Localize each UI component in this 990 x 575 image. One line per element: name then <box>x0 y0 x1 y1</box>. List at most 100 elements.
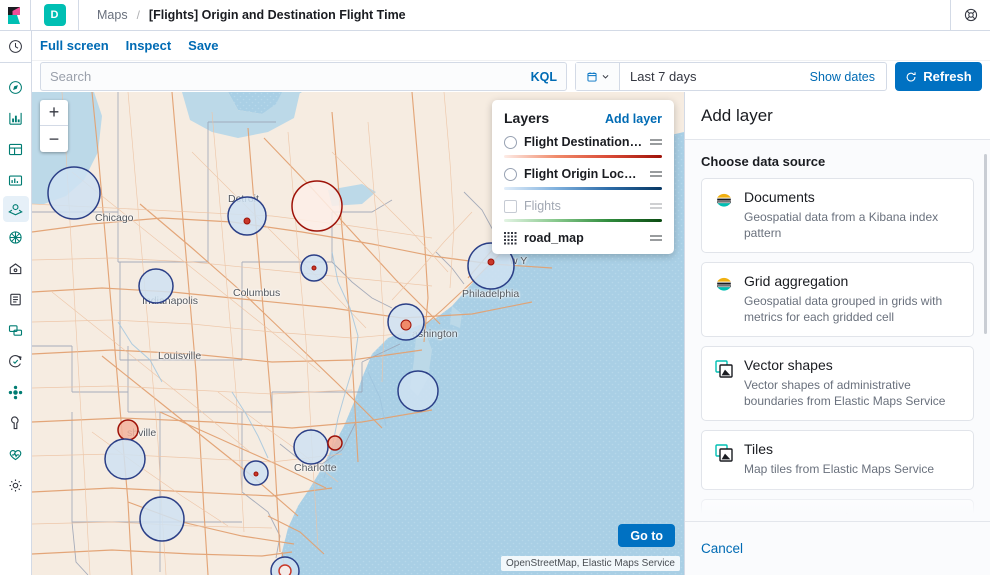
map-marker-destination-small[interactable] <box>400 319 412 331</box>
query-bar: KQL Last 7 days Show dates Refresh <box>32 61 990 92</box>
drag-handle-icon[interactable] <box>650 134 662 150</box>
zoom-out-button[interactable]: − <box>40 126 68 152</box>
data-source-vector-shapes[interactable]: Vector shapes Vector shapes of administr… <box>701 346 974 422</box>
emsboundaries-icon <box>714 441 734 477</box>
data-source-name: Vector shapes <box>744 357 833 374</box>
drag-handle-icon[interactable] <box>650 230 662 246</box>
map-marker-destination-small[interactable] <box>253 471 259 477</box>
choose-data-source-label: Choose data source <box>701 154 826 169</box>
map-attribution: OpenStreetMap, Elastic Maps Service <box>501 556 680 571</box>
nav-rail-top-group <box>0 31 32 63</box>
show-dates-button[interactable]: Show dates <box>810 70 886 84</box>
primary-nav-rail <box>0 31 32 575</box>
sidebar-item-discover[interactable] <box>0 72 32 103</box>
sidebar-item-uptime[interactable] <box>0 346 32 377</box>
date-picker: Last 7 days Show dates <box>575 62 887 91</box>
data-source-text: Custom vector shapes Vector shapes from … <box>744 510 961 521</box>
layer-color-ramp <box>504 219 662 222</box>
data-source-grid-aggregation[interactable]: Grid aggregation Geospatial data grouped… <box>701 262 974 338</box>
sidebar-item-visualize[interactable] <box>0 165 32 196</box>
data-source-text: Vector shapes Vector shapes of administr… <box>744 357 961 409</box>
drag-handle-icon[interactable] <box>650 166 662 182</box>
layer-name[interactable]: Flight Origin Location <box>524 167 643 181</box>
data-source-description: Geospatial data grouped in grids with me… <box>744 294 943 325</box>
query-language-button[interactable]: KQL <box>531 70 557 84</box>
emsboundaries-icon <box>714 357 734 409</box>
map-marker-destination[interactable] <box>291 180 343 232</box>
sidebar-item-dashboard[interactable] <box>0 103 32 134</box>
layer-item-flight-destination-location[interactable]: Flight Destination Loc... <box>504 134 662 158</box>
map-marker-origin[interactable] <box>47 166 101 220</box>
map-marker-destination-small[interactable] <box>243 217 251 225</box>
sidebar-item-apm[interactable] <box>0 315 32 346</box>
data-source-tiles[interactable]: Tiles Map tiles from Elastic Maps Servic… <box>701 430 974 490</box>
data-source-name: Documents <box>744 189 815 205</box>
layer-color-ramp <box>504 155 662 158</box>
breadcrumb-maps[interactable]: Maps <box>97 8 128 22</box>
layer-name[interactable]: road_map <box>524 231 643 245</box>
add-layer-link[interactable]: Add layer <box>605 112 662 126</box>
save-button[interactable]: Save <box>188 38 218 53</box>
layer-item-road-map[interactable]: road_map <box>504 230 662 246</box>
map-marker-destination[interactable] <box>278 564 292 575</box>
sidebar-item-recently-viewed[interactable] <box>0 31 32 62</box>
sidebar-item-dev-tools[interactable] <box>0 408 32 439</box>
goto-button[interactable]: Go to <box>618 524 675 547</box>
space-avatar[interactable]: D <box>31 0 79 31</box>
layers-panel-title: Layers <box>504 110 550 126</box>
map-marker-origin[interactable] <box>227 196 267 236</box>
layer-name[interactable]: Flight Destination Loc... <box>524 135 643 149</box>
kibana-logo-icon <box>714 510 734 521</box>
map-zoom-controls[interactable]: + − <box>40 100 68 152</box>
map-marker-destination-small[interactable] <box>311 265 317 271</box>
layers-panel-header: Layers Add layer <box>504 110 662 126</box>
grid-tiles-icon <box>504 231 517 245</box>
data-source-custom-vector-shapes[interactable]: Custom vector shapes Vector shapes from … <box>701 498 974 521</box>
sidebar-item-machine-learning[interactable] <box>0 222 32 253</box>
layer-visibility-toggle[interactable] <box>504 135 517 149</box>
flyout-body[interactable]: Choose data source Documents Geospatial … <box>685 140 990 521</box>
sidebar-item-canvas[interactable] <box>0 134 32 165</box>
sidebar-item-siem[interactable] <box>0 377 32 408</box>
breadcrumb-current[interactable]: [Flights] Origin and Destination Flight … <box>149 8 406 22</box>
data-source-description: Map tiles from Elastic Maps Service <box>744 462 935 477</box>
full-screen-button[interactable]: Full screen <box>40 38 109 53</box>
layer-name[interactable]: Flights <box>524 199 643 213</box>
layer-item-flight-origin-location[interactable]: Flight Origin Location <box>504 166 662 190</box>
calendar-quick-select-button[interactable] <box>576 63 620 90</box>
map-marker-origin[interactable] <box>397 370 439 412</box>
map-marker-origin[interactable] <box>293 429 329 465</box>
zoom-in-button[interactable]: + <box>40 100 68 126</box>
search-input[interactable] <box>50 69 531 84</box>
elasticsearch-icon <box>714 189 734 241</box>
search-field-wrapper[interactable]: KQL <box>40 62 567 91</box>
map-marker-origin[interactable] <box>138 268 174 304</box>
layer-item-flights[interactable]: Flights <box>504 198 662 222</box>
layer-visibility-toggle[interactable] <box>504 167 517 181</box>
flyout-footer: Cancel <box>685 521 990 575</box>
inspect-button[interactable]: Inspect <box>126 38 172 53</box>
layer-color-ramp <box>504 187 662 190</box>
header-right-actions <box>950 0 990 31</box>
date-range-value[interactable]: Last 7 days <box>620 69 810 84</box>
layer-visibility-toggle[interactable] <box>504 199 517 213</box>
map-marker-origin[interactable] <box>139 496 185 542</box>
sidebar-item-maps[interactable] <box>2 196 29 222</box>
flyout-header: Add layer <box>685 92 990 140</box>
cancel-button[interactable]: Cancel <box>701 541 743 556</box>
sidebar-item-logs[interactable] <box>0 284 32 315</box>
flyout-scrollbar[interactable] <box>984 154 987 334</box>
help-lifebuoy-icon[interactable] <box>950 0 990 31</box>
kibana-logo-icon[interactable] <box>0 0 31 31</box>
sidebar-item-monitoring[interactable] <box>0 439 32 470</box>
refresh-button[interactable]: Refresh <box>895 62 982 91</box>
breadcrumb: Maps / [Flights] Origin and Destination … <box>79 8 406 22</box>
map-marker-origin[interactable] <box>104 438 146 480</box>
map-marker-destination[interactable] <box>327 435 343 451</box>
sidebar-item-infrastructure[interactable] <box>0 253 32 284</box>
map-marker-destination[interactable] <box>117 419 139 441</box>
map-marker-destination-small[interactable] <box>487 258 495 266</box>
drag-handle-icon[interactable] <box>650 198 662 214</box>
sidebar-item-management[interactable] <box>0 470 32 501</box>
data-source-documents[interactable]: Documents Geospatial data from a Kibana … <box>701 178 974 254</box>
